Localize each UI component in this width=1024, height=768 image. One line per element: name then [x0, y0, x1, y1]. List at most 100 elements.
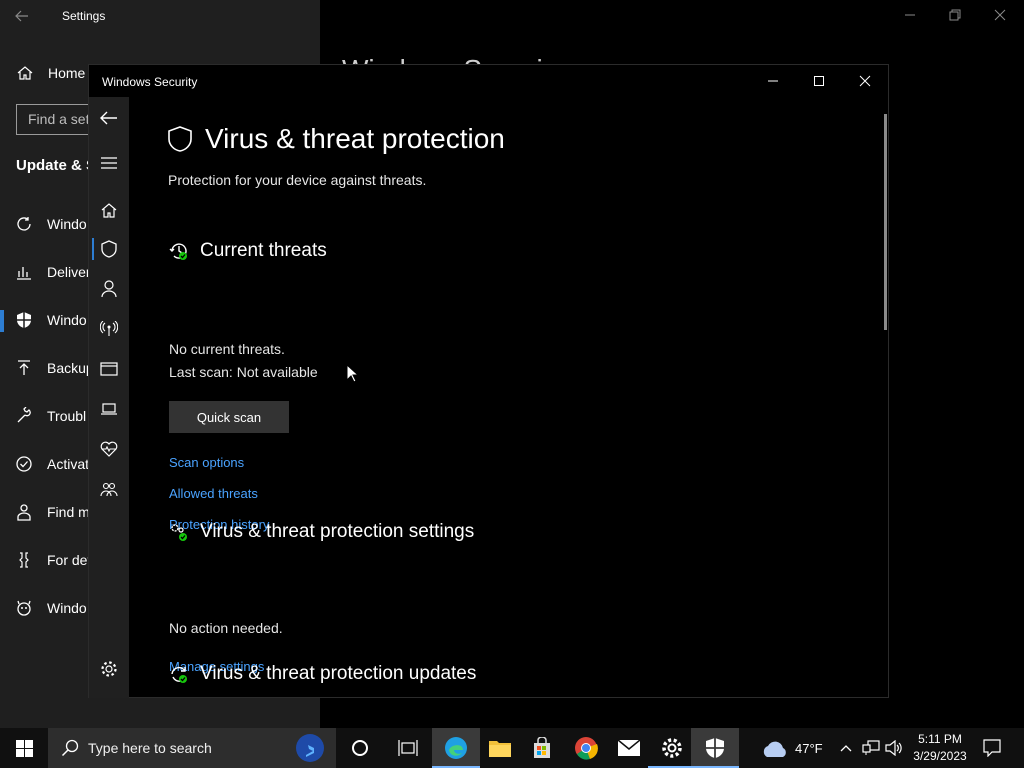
settings-titlebar: Settings — [0, 0, 1024, 32]
settings-item-label: Deliver — [47, 264, 91, 280]
task-view-button[interactable] — [384, 728, 432, 768]
volume-icon[interactable] — [885, 740, 903, 756]
nav-virus-threat-protection[interactable] — [89, 229, 129, 269]
chrome-icon — [574, 736, 598, 760]
taskbar-search-placeholder: Type here to search — [88, 740, 212, 756]
backup-icon — [0, 359, 48, 377]
person-icon — [101, 280, 117, 298]
bing-icon — [294, 732, 326, 764]
nav-settings[interactable] — [89, 649, 129, 689]
security-content: Virus & threat protection Protection for… — [129, 97, 888, 698]
developer-icon — [0, 551, 48, 569]
antenna-icon — [100, 321, 118, 337]
heart-pulse-icon — [100, 441, 118, 457]
gear-icon — [661, 737, 683, 759]
protection-settings-heading: Virus & threat protection settings — [200, 521, 475, 542]
protection-settings-header: Virus & threat protection settings — [169, 521, 474, 543]
gear-icon — [100, 660, 118, 678]
close-button[interactable] — [842, 65, 888, 97]
store-icon — [531, 737, 553, 759]
maximize-icon — [813, 75, 825, 87]
page-subtitle: Protection for your device against threa… — [168, 172, 427, 188]
chevron-up-icon[interactable] — [839, 741, 853, 755]
settings-title: Settings — [62, 9, 106, 23]
nav-account-protection[interactable] — [89, 269, 129, 309]
person-icon — [0, 503, 48, 521]
maximize-button[interactable] — [796, 65, 842, 97]
shield-icon — [167, 125, 193, 153]
protection-updates-header: Virus & threat protection updates — [169, 663, 476, 685]
threat-status: No current threats. — [169, 341, 285, 357]
notifications-icon[interactable] — [983, 739, 1001, 757]
cortana-circle-icon — [351, 739, 369, 757]
clock-date: 3/29/2023 — [913, 749, 967, 763]
check-circle-icon — [0, 455, 48, 473]
insider-icon — [0, 599, 48, 617]
allowed-threats-link[interactable]: Allowed threats — [169, 486, 258, 501]
settings-home[interactable]: Home — [16, 64, 85, 82]
scan-options-link[interactable]: Scan options — [169, 455, 244, 470]
nav-app-browser-control[interactable] — [89, 349, 129, 389]
hamburger-icon — [101, 157, 117, 169]
menu-button[interactable] — [89, 143, 129, 183]
nav-family-options[interactable] — [89, 470, 129, 510]
taskbar: Type here to search 47°F 5:11 PM 3/29/20… — [0, 728, 1024, 768]
wrench-icon — [0, 407, 48, 425]
security-nav-rail — [89, 97, 129, 698]
settings-item-label: Activat — [47, 456, 90, 472]
edge-icon — [444, 736, 468, 760]
back-button[interactable] — [89, 98, 129, 138]
folder-icon — [488, 738, 512, 758]
cortana-button[interactable] — [336, 728, 384, 768]
settings-taskbar-button[interactable] — [648, 728, 696, 768]
minimize-icon[interactable] — [903, 8, 917, 22]
settings-item-label: Windo — [47, 600, 87, 616]
file-explorer-button[interactable] — [476, 728, 524, 768]
close-icon — [859, 75, 871, 87]
network-icon[interactable] — [862, 740, 880, 756]
close-icon[interactable] — [993, 8, 1007, 22]
delivery-icon — [0, 263, 48, 281]
page-header: Virus & threat protection — [167, 123, 505, 155]
settings-status: No action needed. — [169, 620, 283, 636]
chrome-button[interactable] — [562, 728, 610, 768]
mail-button[interactable] — [605, 728, 653, 768]
back-arrow-icon — [100, 111, 118, 125]
browser-window-icon — [100, 362, 118, 376]
weather-cloud-icon[interactable] — [760, 737, 790, 759]
mail-icon — [617, 739, 641, 757]
minimize-icon — [767, 75, 779, 87]
nav-device-performance-health[interactable] — [89, 429, 129, 469]
weather-temperature[interactable]: 47°F — [795, 741, 823, 756]
nav-firewall-network[interactable] — [89, 309, 129, 349]
windows-security-taskbar-button[interactable] — [691, 728, 739, 768]
taskbar-search-box[interactable]: Type here to search — [48, 728, 336, 768]
back-arrow-icon[interactable] — [14, 8, 30, 24]
nav-home[interactable] — [89, 190, 129, 230]
family-icon — [100, 482, 118, 498]
shield-icon — [101, 240, 117, 258]
windows-security-window: Windows Security Virus & threat protecti… — [88, 64, 889, 698]
last-scan-status: Last scan: Not available — [169, 364, 318, 380]
shield-icon — [705, 737, 725, 759]
minimize-button[interactable] — [750, 65, 796, 97]
refresh-check-icon — [169, 664, 189, 684]
nav-device-security[interactable] — [89, 389, 129, 429]
edge-taskbar-button[interactable] — [432, 728, 480, 768]
laptop-icon — [100, 402, 118, 416]
current-threats-header: Current threats — [169, 240, 327, 262]
history-check-icon — [169, 241, 189, 261]
clock[interactable]: 5:11 PM 3/29/2023 — [908, 732, 972, 763]
shield-icon — [0, 311, 48, 329]
settings-item-label: Backup — [47, 360, 94, 376]
start-button[interactable] — [0, 728, 48, 768]
settings-item-label: Find m — [47, 504, 90, 520]
microsoft-store-button[interactable] — [518, 728, 566, 768]
home-icon — [16, 64, 34, 82]
security-window-title: Windows Security — [102, 75, 198, 89]
mouse-cursor-icon — [346, 364, 358, 383]
home-label: Home — [48, 65, 86, 81]
quick-scan-button[interactable]: Quick scan — [169, 401, 289, 433]
security-titlebar: Windows Security — [89, 65, 888, 97]
restore-icon[interactable] — [948, 8, 962, 22]
